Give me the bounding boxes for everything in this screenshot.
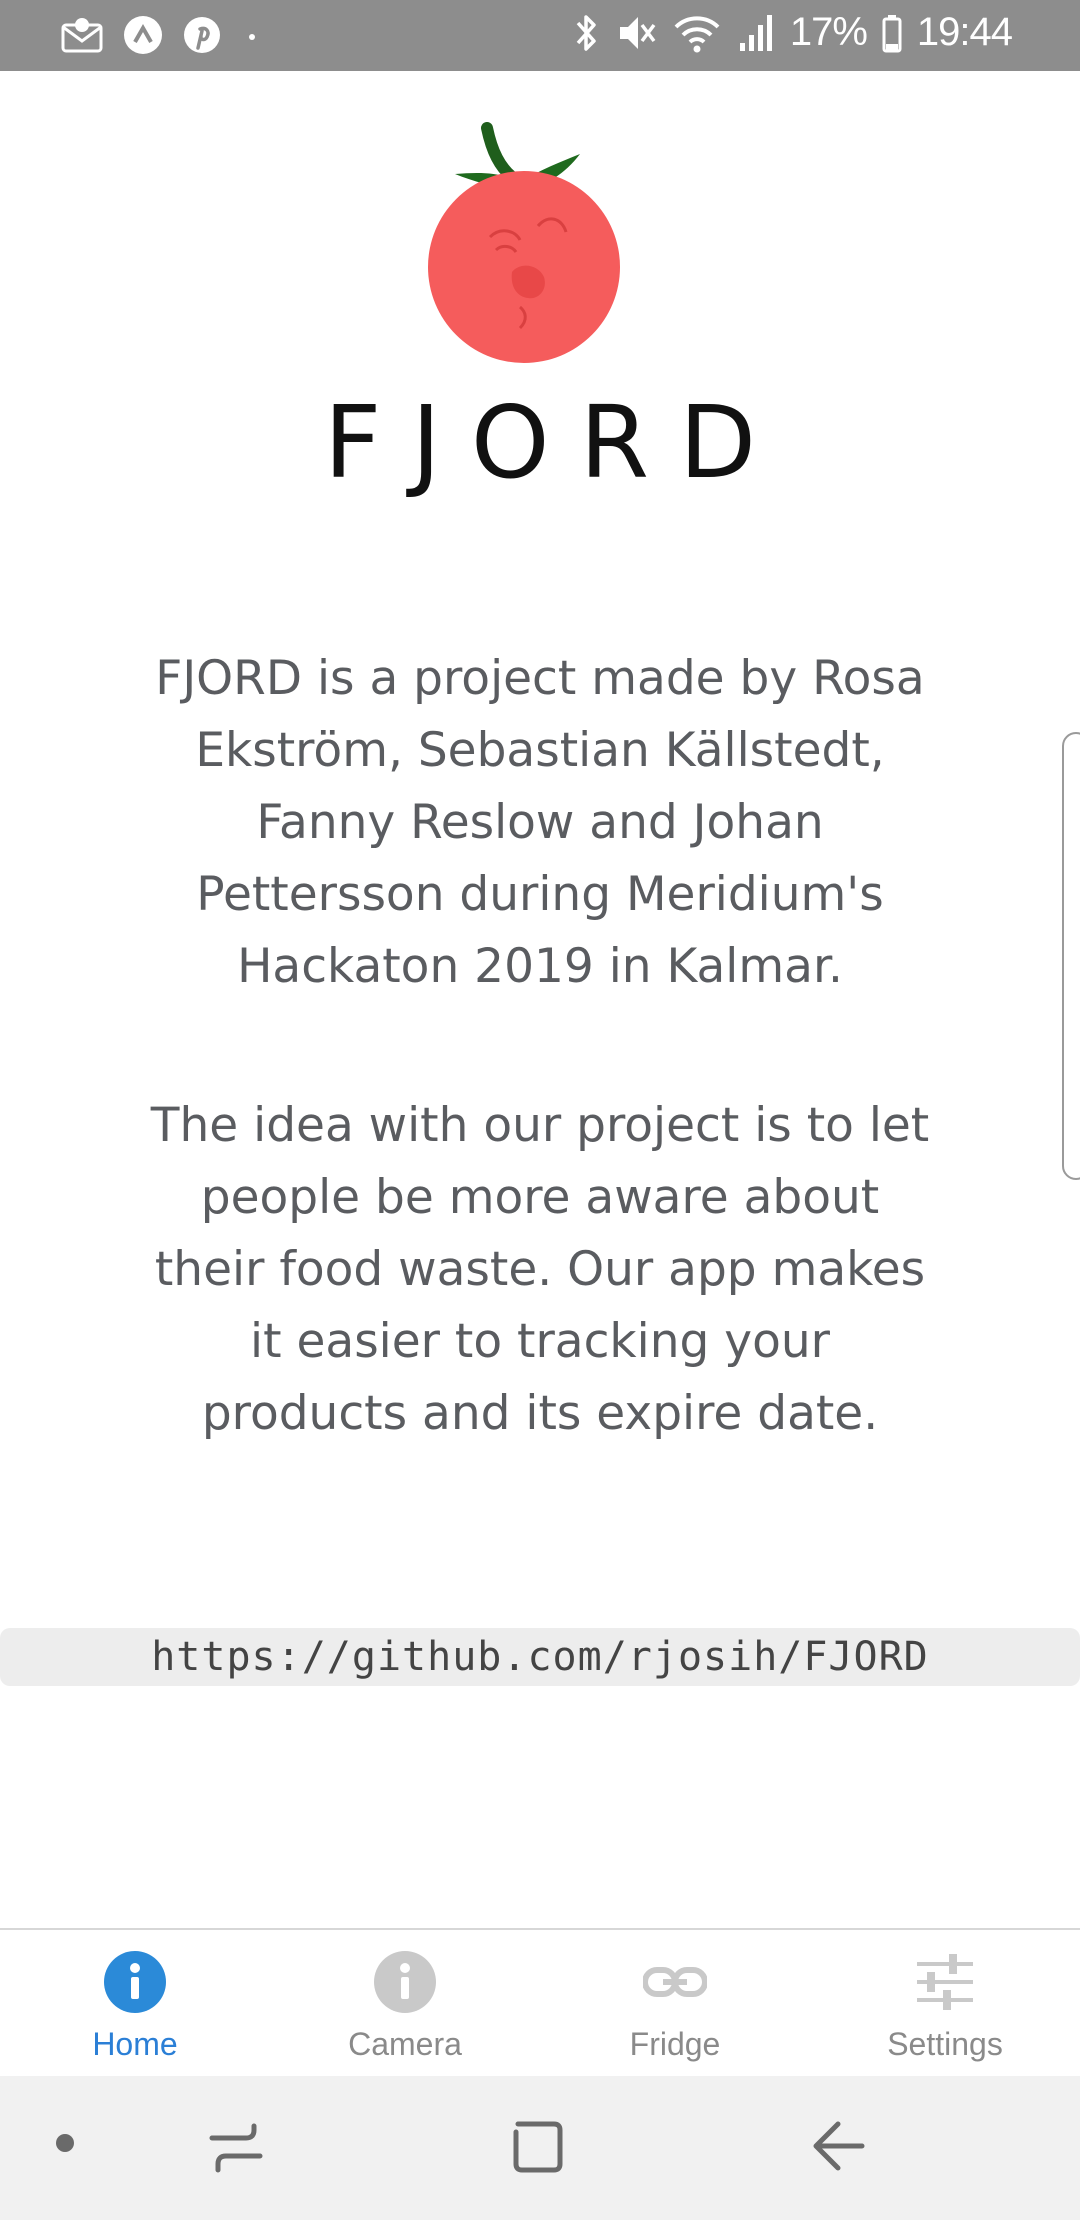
tab-camera-label: Camera xyxy=(348,2026,462,2062)
status-right-icons: 17% 19:44 xyxy=(572,10,1013,55)
battery-icon xyxy=(881,11,903,55)
dot-icon xyxy=(240,15,264,55)
edge-panel-handle[interactable] xyxy=(1062,732,1080,1180)
status-left-icons xyxy=(60,14,264,56)
system-navigation-bar xyxy=(0,2076,1080,2220)
recents-icon[interactable] xyxy=(206,2116,266,2185)
status-bar: 17% 19:44 xyxy=(0,0,1080,71)
bluetooth-icon xyxy=(572,11,600,55)
back-icon[interactable] xyxy=(808,2116,868,2185)
mail-icon xyxy=(60,15,104,55)
bottom-tab-bar: Home Camera Fridge Settings xyxy=(0,1928,1080,2078)
tab-home[interactable]: Home xyxy=(0,1930,270,2078)
about-text: FJORD is a project made by Rosa Ekström,… xyxy=(155,651,925,994)
tab-camera[interactable]: Camera xyxy=(270,1930,540,2078)
dot-button[interactable] xyxy=(50,2128,80,2163)
github-link-bar[interactable]: https://github.com/rjosih/FJORD xyxy=(0,1628,1080,1686)
tab-fridge-label: Fridge xyxy=(629,2026,721,2062)
arrow-up-circle-icon xyxy=(122,14,164,56)
about-paragraph: FJORD is a project made by Rosa Ekström,… xyxy=(150,643,930,1003)
sliders-icon xyxy=(913,1950,977,2014)
tab-fridge[interactable]: Fridge xyxy=(540,1930,810,2078)
clock: 19:44 xyxy=(916,10,1013,54)
mute-icon xyxy=(614,11,658,55)
battery-percent: 17% xyxy=(789,10,868,54)
link-icon xyxy=(642,1950,708,2014)
idea-paragraph: The idea with our project is to let peop… xyxy=(150,1090,930,1450)
info-icon xyxy=(103,1950,167,2014)
signal-icon xyxy=(736,11,776,55)
tab-settings[interactable]: Settings xyxy=(810,1930,1080,2078)
github-link[interactable]: https://github.com/rjosih/FJORD xyxy=(0,1628,1080,1686)
idea-text: The idea with our project is to let peop… xyxy=(150,1098,930,1441)
info-icon xyxy=(373,1950,437,2014)
wifi-icon xyxy=(672,11,722,55)
pinterest-icon xyxy=(182,15,222,55)
app-title: FJORD xyxy=(323,384,787,501)
home-icon[interactable] xyxy=(508,2116,568,2185)
tab-home-label: Home xyxy=(92,2026,178,2062)
tab-settings-label: Settings xyxy=(887,2026,1003,2062)
tomato-logo-icon xyxy=(420,122,630,372)
